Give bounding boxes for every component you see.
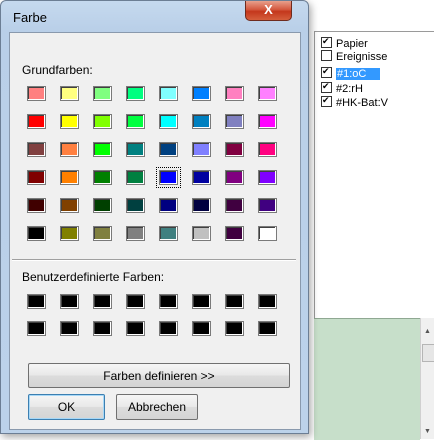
selected-swatch-focus-frame <box>156 167 181 188</box>
custom-color-swatch[interactable] <box>126 294 145 309</box>
basic-color-swatch[interactable] <box>159 198 178 213</box>
basic-color-swatch[interactable] <box>93 142 112 157</box>
close-icon: X <box>264 2 273 17</box>
ok-button[interactable]: OK <box>28 394 105 420</box>
custom-color-swatch[interactable] <box>60 294 79 309</box>
basic-color-swatch[interactable] <box>93 198 112 213</box>
color-dialog: Farbe X Grundfarben: Benutzerdefinierte … <box>0 0 309 434</box>
basic-colors-label: Grundfarben: <box>22 63 93 77</box>
custom-color-swatch[interactable] <box>192 294 211 309</box>
basic-color-swatch[interactable] <box>258 198 277 213</box>
legend-checkbox[interactable] <box>321 96 332 107</box>
scrollbar-thumb[interactable] <box>422 344 434 362</box>
legend-item-ereignisse[interactable]: Ereignisse <box>321 50 387 64</box>
vertical-scrollbar[interactable]: ▲ ▼ <box>420 318 434 439</box>
basic-color-swatch[interactable] <box>126 114 145 129</box>
custom-color-swatch[interactable] <box>159 321 178 336</box>
basic-color-swatch[interactable] <box>126 142 145 157</box>
custom-color-swatch[interactable] <box>27 294 46 309</box>
custom-color-swatch[interactable] <box>258 321 277 336</box>
basic-color-swatch[interactable] <box>258 226 277 241</box>
basic-color-swatch[interactable] <box>126 86 145 101</box>
basic-color-swatch[interactable] <box>225 170 244 185</box>
basic-color-swatch[interactable] <box>159 86 178 101</box>
basic-color-swatch[interactable] <box>225 114 244 129</box>
legend-checkbox[interactable] <box>321 50 332 61</box>
lower-plot-area <box>314 318 420 440</box>
basic-color-swatch[interactable] <box>258 142 277 157</box>
basic-color-swatch[interactable] <box>192 142 211 157</box>
basic-color-swatch[interactable] <box>192 86 211 101</box>
define-colors-button[interactable]: Farben definieren >> <box>28 363 290 388</box>
basic-color-swatch[interactable] <box>159 226 178 241</box>
custom-color-swatch[interactable] <box>27 321 46 336</box>
divider <box>12 259 296 261</box>
legend-panel: Papier Ereignisse #1:oC #2:rH #HK-Bat:V <box>314 31 434 319</box>
legend-checkbox[interactable] <box>321 82 332 93</box>
basic-color-swatch[interactable] <box>192 198 211 213</box>
legend-checkbox[interactable] <box>321 67 332 78</box>
basic-color-swatch[interactable] <box>192 114 211 129</box>
basic-color-swatch[interactable] <box>159 114 178 129</box>
basic-color-swatch[interactable] <box>258 86 277 101</box>
basic-color-swatch[interactable] <box>93 114 112 129</box>
custom-color-swatch[interactable] <box>258 294 277 309</box>
basic-color-swatch[interactable] <box>27 86 46 101</box>
custom-color-swatch[interactable] <box>225 321 244 336</box>
legend-item-2-rh[interactable]: #2:rH <box>321 82 363 96</box>
legend-item-1-oc[interactable]: #1:oC <box>321 67 381 81</box>
custom-color-swatch[interactable] <box>192 321 211 336</box>
legend-item-hk-bat-v[interactable]: #HK-Bat:V <box>321 96 388 110</box>
basic-color-swatch[interactable] <box>27 198 46 213</box>
scroll-up-icon[interactable]: ▲ <box>424 328 431 335</box>
custom-color-swatch[interactable] <box>159 294 178 309</box>
custom-color-swatch[interactable] <box>60 321 79 336</box>
basic-color-swatch[interactable] <box>126 226 145 241</box>
basic-color-swatch[interactable] <box>60 170 79 185</box>
basic-color-swatch[interactable] <box>126 170 145 185</box>
custom-colors-label: Benutzerdefinierte Farben: <box>22 270 165 284</box>
basic-color-swatch[interactable] <box>225 198 244 213</box>
legend-checkbox[interactable] <box>321 37 332 48</box>
basic-color-swatch[interactable] <box>27 226 46 241</box>
basic-color-swatch[interactable] <box>258 114 277 129</box>
basic-color-swatch[interactable] <box>258 170 277 185</box>
basic-color-swatch[interactable] <box>60 86 79 101</box>
basic-color-swatch[interactable] <box>60 198 79 213</box>
basic-color-swatch[interactable] <box>159 142 178 157</box>
basic-color-swatch[interactable] <box>27 142 46 157</box>
basic-color-swatch[interactable] <box>27 114 46 129</box>
close-button[interactable]: X <box>245 1 292 21</box>
basic-color-swatch[interactable] <box>93 86 112 101</box>
basic-color-swatch[interactable] <box>126 198 145 213</box>
basic-color-swatch[interactable] <box>225 86 244 101</box>
scroll-down-icon[interactable]: ▼ <box>424 428 431 435</box>
dialog-title: Farbe <box>13 10 47 25</box>
cancel-button[interactable]: Abbrechen <box>116 394 198 420</box>
custom-color-swatch[interactable] <box>225 294 244 309</box>
basic-color-swatch[interactable] <box>225 226 244 241</box>
basic-color-swatch[interactable] <box>93 226 112 241</box>
basic-color-swatch[interactable] <box>60 142 79 157</box>
basic-color-swatch[interactable] <box>93 170 112 185</box>
basic-color-swatch[interactable] <box>192 170 211 185</box>
basic-color-swatch[interactable] <box>192 226 211 241</box>
custom-color-swatch[interactable] <box>93 321 112 336</box>
basic-color-swatch[interactable] <box>27 170 46 185</box>
basic-color-swatch[interactable] <box>60 226 79 241</box>
basic-color-swatch[interactable] <box>60 114 79 129</box>
basic-color-swatch[interactable] <box>225 142 244 157</box>
custom-color-swatch[interactable] <box>126 321 145 336</box>
dialog-client-area: Grundfarben: Benutzerdefinierte Farben: … <box>9 32 301 430</box>
legend-item-papier[interactable]: Papier <box>321 37 368 51</box>
custom-color-swatch[interactable] <box>93 294 112 309</box>
